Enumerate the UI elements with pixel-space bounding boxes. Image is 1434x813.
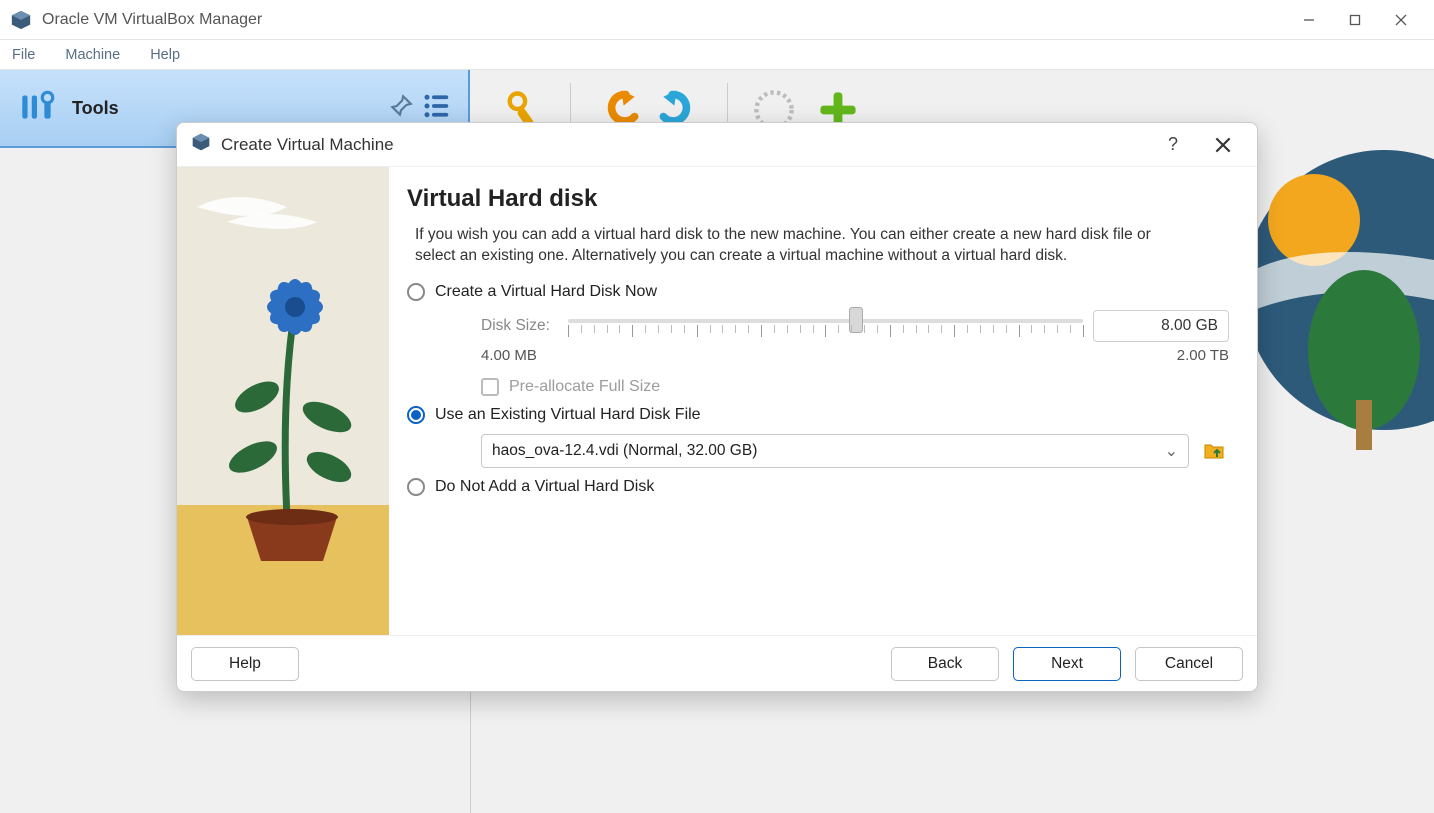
existing-file-value: haos_ova-12.4.vdi (Normal, 32.00 GB): [492, 442, 757, 460]
disk-size-block: Disk Size: 4.00 MB 2.00 TB: [481, 309, 1229, 364]
next-button[interactable]: Next: [1013, 647, 1121, 681]
disk-min: 4.00 MB: [481, 347, 537, 364]
minimize-button[interactable]: [1286, 4, 1332, 36]
window-title: Oracle VM VirtualBox Manager: [42, 11, 262, 29]
maximize-button[interactable]: [1332, 4, 1378, 36]
checkbox-icon: [481, 378, 499, 396]
radio-label: Create a Virtual Hard Disk Now: [435, 283, 657, 301]
dialog-side-art: [177, 167, 389, 635]
preallocate-row[interactable]: Pre-allocate Full Size: [481, 378, 1229, 396]
dialog-footer: Help Back Next Cancel: [177, 635, 1257, 691]
dialog-titlebar: Create Virtual Machine ?: [177, 123, 1257, 167]
dialog-title: Create Virtual Machine: [221, 135, 394, 155]
disk-max: 2.00 TB: [1177, 347, 1229, 364]
back-button[interactable]: Back: [891, 647, 999, 681]
menu-help[interactable]: Help: [144, 45, 186, 65]
radio-create-now[interactable]: Create a Virtual Hard Disk Now: [407, 283, 1229, 301]
window-titlebar: Oracle VM VirtualBox Manager: [0, 0, 1434, 40]
cancel-button[interactable]: Cancel: [1135, 647, 1243, 681]
dialog-app-icon: [191, 132, 211, 157]
dialog-heading: Virtual Hard disk: [407, 185, 1229, 213]
dialog-help-icon[interactable]: ?: [1153, 130, 1193, 160]
main-area: Tools Create: [0, 70, 1434, 813]
preallocate-label: Pre-allocate Full Size: [509, 378, 660, 396]
disk-size-slider[interactable]: [568, 309, 1083, 343]
radio-do-not-add[interactable]: Do Not Add a Virtual Hard Disk: [407, 478, 1229, 496]
radio-label: Use an Existing Virtual Hard Disk File: [435, 406, 701, 424]
close-button[interactable]: [1378, 4, 1424, 36]
create-vm-dialog: Create Virtual Machine ?: [176, 122, 1258, 692]
menu-file[interactable]: File: [6, 45, 41, 65]
app-icon: [10, 9, 32, 31]
welcome-art: [1254, 150, 1434, 450]
help-button[interactable]: Help: [191, 647, 299, 681]
disk-size-value[interactable]: [1093, 310, 1229, 342]
existing-file-combo[interactable]: haos_ova-12.4.vdi (Normal, 32.00 GB) ⌄: [481, 434, 1189, 468]
radio-use-existing[interactable]: Use an Existing Virtual Hard Disk File: [407, 406, 1229, 424]
chevron-down-icon: ⌄: [1165, 441, 1178, 461]
radio-icon: [407, 406, 425, 424]
dialog-description: If you wish you can add a virtual hard d…: [415, 225, 1175, 267]
browse-folder-button[interactable]: [1199, 436, 1229, 466]
list-icon[interactable]: [422, 91, 452, 126]
disk-size-label: Disk Size:: [481, 317, 550, 335]
radio-icon: [407, 283, 425, 301]
tools-label: Tools: [72, 98, 119, 119]
tools-icon: [16, 85, 58, 132]
radio-icon: [407, 478, 425, 496]
dialog-content: Virtual Hard disk If you wish you can ad…: [389, 167, 1257, 635]
menubar: File Machine Help: [0, 40, 1434, 70]
radio-label: Do Not Add a Virtual Hard Disk: [435, 478, 654, 496]
existing-file-row: haos_ova-12.4.vdi (Normal, 32.00 GB) ⌄: [481, 434, 1229, 468]
dialog-close-icon[interactable]: [1203, 130, 1243, 160]
pin-icon[interactable]: [388, 93, 414, 124]
menu-machine[interactable]: Machine: [59, 45, 126, 65]
